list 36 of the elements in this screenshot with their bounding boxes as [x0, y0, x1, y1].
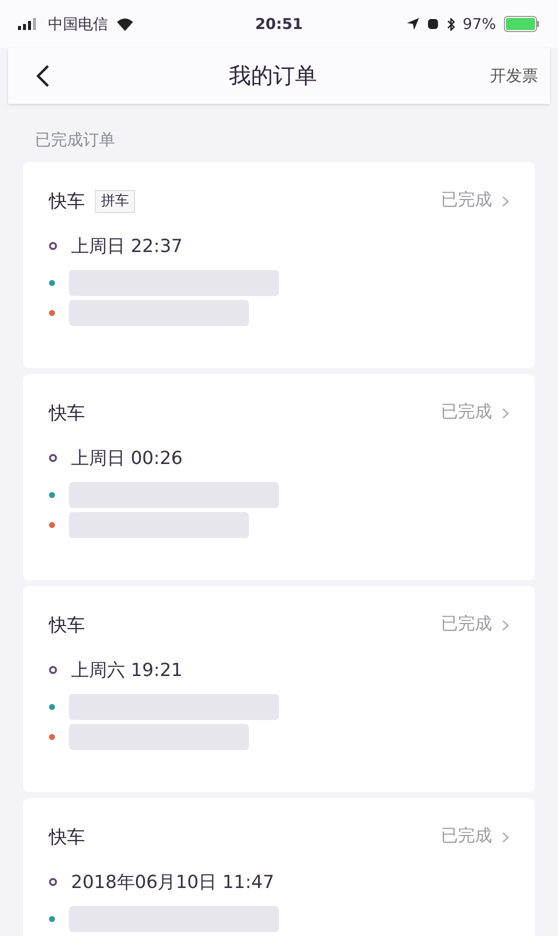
wifi-icon — [116, 18, 134, 30]
clock-time: 20:51 — [255, 14, 303, 35]
order-status: 已完成 — [441, 825, 492, 848]
carpool-tag: 拼车 — [95, 190, 135, 212]
order-card[interactable]: 快车 已完成 上周六 19:21 — [23, 586, 535, 792]
order-time: 上周六 19:21 — [71, 658, 183, 682]
chevron-right-icon — [502, 620, 509, 630]
order-card[interactable]: 快车 已完成 上周日 00:26 — [23, 374, 535, 580]
ride-type: 快车 — [49, 614, 85, 638]
carrier-name: 中国电信 — [48, 14, 108, 35]
battery-percent: 97% — [462, 14, 496, 35]
ride-type: 快车 — [49, 402, 85, 426]
location-arrow-icon — [406, 18, 419, 30]
clock-dot-icon — [49, 878, 57, 886]
section-title: 已完成订单 — [34, 129, 116, 151]
ride-type: 快车 — [49, 826, 85, 850]
order-time: 上周日 22:37 — [71, 234, 183, 258]
order-status: 已完成 — [441, 189, 492, 212]
invoice-link[interactable]: 开发票 — [490, 64, 538, 88]
ride-type: 快车 — [49, 190, 85, 214]
chevron-right-icon — [502, 408, 509, 418]
order-card[interactable]: 快车 已完成 2018年06月10日 11:47 — [23, 798, 535, 936]
back-icon — [36, 64, 50, 88]
chevron-right-icon — [502, 832, 509, 842]
order-time: 2018年06月10日 11:47 — [71, 870, 274, 894]
clock-dot-icon — [49, 666, 57, 674]
order-status: 已完成 — [441, 401, 492, 424]
clock-dot-icon — [49, 242, 57, 250]
battery-icon — [504, 16, 540, 32]
order-time: 上周日 00:26 — [71, 446, 183, 470]
order-card[interactable]: 快车 拼车 已完成 上周日 22:37 — [23, 162, 535, 368]
bluetooth-icon — [446, 18, 455, 30]
chevron-right-icon — [502, 196, 509, 206]
order-status: 已完成 — [441, 613, 492, 636]
clock-dot-icon — [49, 454, 57, 462]
page-title: 我的订单 — [229, 62, 317, 90]
